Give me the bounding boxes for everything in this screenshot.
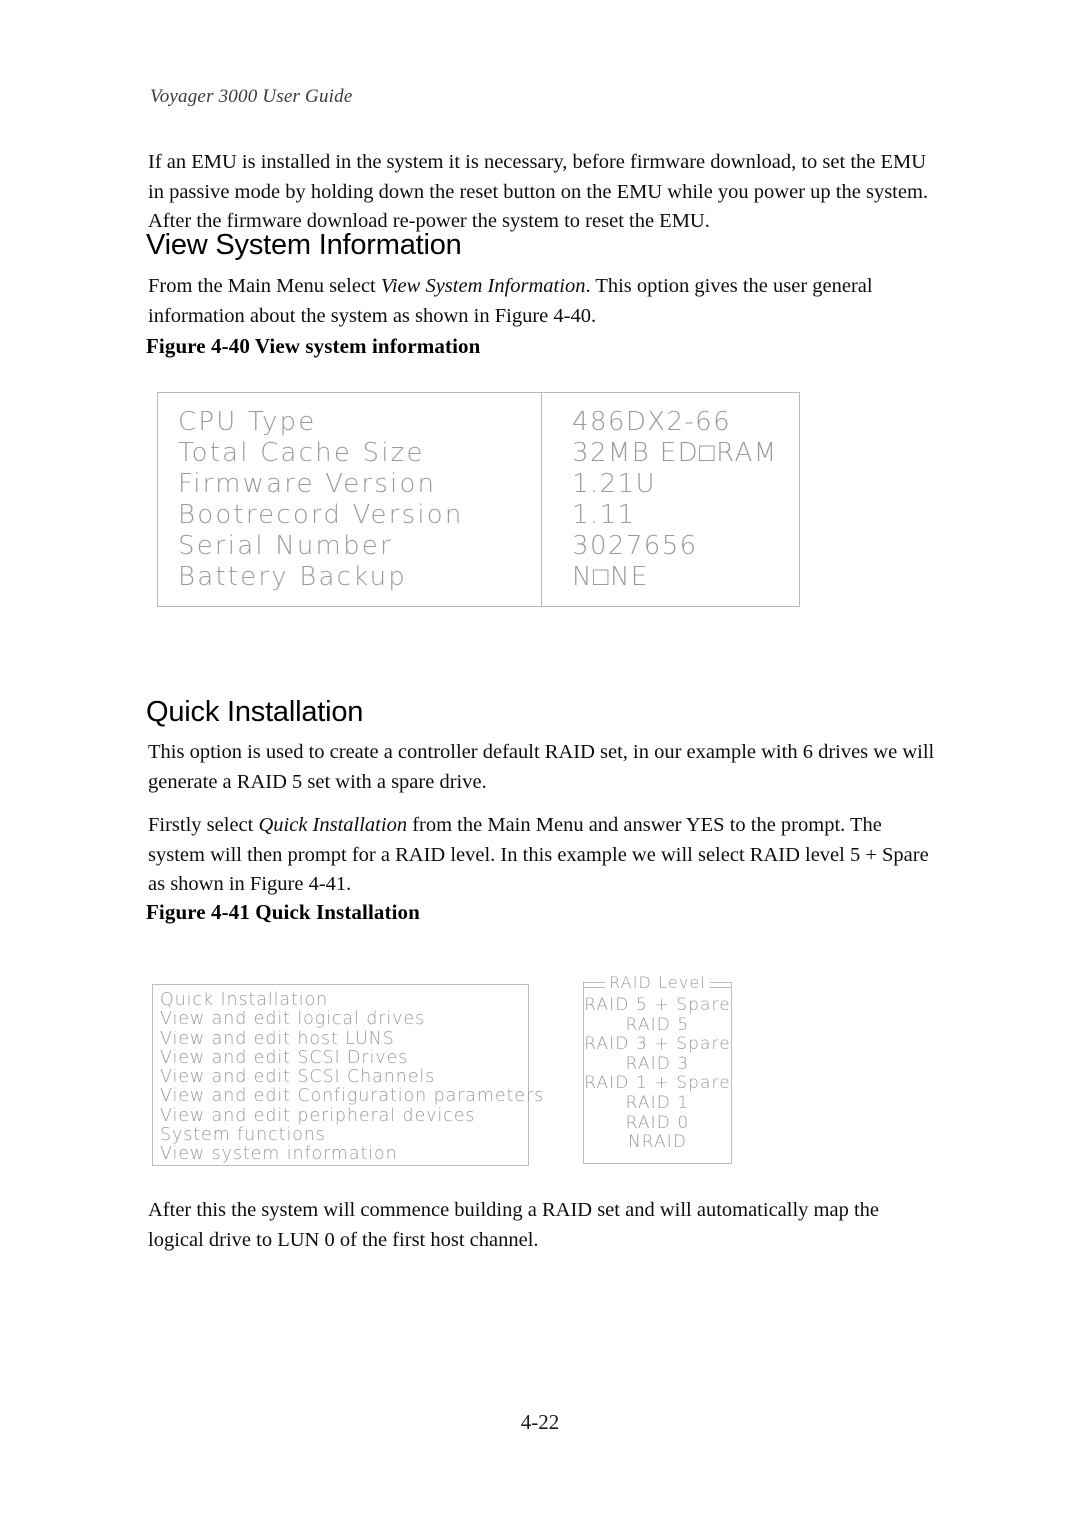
quick-installation-paragraph-1: This option is used to create a controll…	[148, 741, 935, 793]
paragraph-italic-menu-name: View System Information	[380, 275, 586, 297]
main-menu-item-host-luns[interactable]: View and edit host LUNS	[160, 1029, 528, 1049]
raid-level-option-0[interactable]: RAID 0	[584, 1113, 731, 1134]
main-menu-item-scsi-channels[interactable]: View and edit SCSI Channels	[160, 1067, 528, 1087]
heading-quick-installation: Quick Installation	[146, 696, 364, 728]
page-number: 4-22	[520, 1410, 560, 1434]
main-menu-item-quick-installation[interactable]: Quick Installation	[160, 990, 528, 1010]
heading-view-system-information: View System Information	[146, 229, 462, 261]
main-menu-item-scsi-drives[interactable]: View and edit SCSI Drives	[160, 1048, 528, 1068]
raid-level-dialog-title-row: RAID Level	[583, 972, 732, 993]
system-information-label: Battery Backup	[178, 562, 407, 592]
paragraph-text-lead: From the Main Menu select	[148, 275, 381, 297]
figure-4-41-raid-level-dialog: RAID Level RAID 5 + Spare RAID 5 RAID 3 …	[583, 972, 732, 1164]
paragraph-text-lead: Firstly select	[148, 814, 259, 836]
raid-level-option-3[interactable]: RAID 3	[584, 1054, 731, 1075]
raid-level-option-5-plus-spare[interactable]: RAID 5 + Spare	[584, 995, 731, 1016]
main-menu-item-logical-drives[interactable]: View and edit logical drives	[160, 1009, 528, 1029]
figure-4-40-caption: Figure 4-40 View system information	[146, 334, 481, 358]
system-information-value-column: 486DX2-66 32MB ED□RAM 1.21U 1.11 3027656…	[542, 393, 799, 606]
running-header: Voyager 3000 User Guide	[150, 86, 353, 107]
system-information-label: Total Cache Size	[178, 438, 425, 468]
raid-level-title-rule-right	[709, 987, 732, 988]
intro-paragraph: If an EMU is installed in the system it …	[148, 151, 929, 232]
view-system-information-paragraph: From the Main Menu select View System In…	[148, 272, 938, 331]
system-information-value: 3027656	[572, 531, 698, 561]
quick-installation-closing-paragraph: After this the system will commence buil…	[148, 1199, 880, 1251]
document-page: Voyager 3000 User Guide If an EMU is ins…	[0, 0, 1080, 1529]
raid-level-option-nraid[interactable]: NRAID	[584, 1133, 731, 1153]
figure-4-41-caption: Figure 4-41 Quick Installation	[146, 900, 420, 924]
raid-level-option-list: RAID 5 + Spare RAID 5 RAID 3 + Spare RAI…	[584, 995, 731, 1153]
system-information-value: 1.21U	[572, 469, 656, 499]
raid-level-title-rule-left	[583, 987, 606, 988]
main-menu-item-peripheral-devices[interactable]: View and edit peripheral devices	[160, 1106, 528, 1126]
main-menu-item-configuration-parameters[interactable]: View and edit Configuration parameters	[160, 1087, 543, 1107]
system-information-label: Bootrecord Version	[178, 500, 464, 530]
figure-4-40-system-information-panel: CPU Type Total Cache Size Firmware Versi…	[157, 392, 800, 607]
main-menu-item-view-system-information[interactable]: View system information	[160, 1145, 528, 1165]
system-information-value: 1.11	[572, 500, 636, 530]
raid-level-dialog-title: RAID Level	[605, 973, 710, 992]
raid-level-option-3-plus-spare[interactable]: RAID 3 + Spare	[584, 1035, 731, 1055]
system-information-label: CPU Type	[178, 407, 317, 437]
raid-level-option-1-plus-spare[interactable]: RAID 1 + Spare	[584, 1074, 731, 1094]
system-information-label: Serial Number	[178, 531, 393, 561]
system-information-label: Firmware Version	[178, 469, 437, 499]
system-information-label-column: CPU Type Total Cache Size Firmware Versi…	[158, 393, 542, 606]
paragraph-italic-menu-name: Quick Installation	[258, 814, 408, 836]
quick-installation-paragraph-2: Firstly select Quick Installation from t…	[148, 811, 938, 900]
main-menu-item-system-functions[interactable]: System functions	[160, 1125, 528, 1145]
system-information-value: N□NE	[572, 562, 649, 592]
system-information-value: 32MB ED□RAM	[572, 438, 778, 468]
figure-4-41-main-menu-panel: Quick Installation View and edit logical…	[152, 984, 543, 1166]
raid-level-option-1[interactable]: RAID 1	[584, 1093, 731, 1114]
raid-level-option-5[interactable]: RAID 5	[584, 1015, 731, 1036]
system-information-value: 486DX2-66	[572, 407, 732, 437]
